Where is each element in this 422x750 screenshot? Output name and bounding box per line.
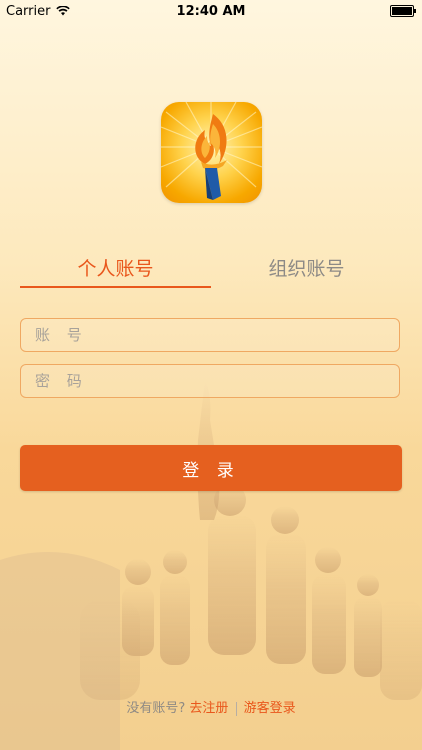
account-input[interactable]	[21, 319, 399, 351]
login-button[interactable]: 登 录	[20, 445, 402, 491]
status-bar: Carrier 12:40 AM	[0, 0, 422, 22]
footer: 没有账号? 去注册 游客登录	[0, 697, 422, 716]
register-link[interactable]: 去注册	[189, 701, 228, 716]
app-logo	[161, 102, 262, 203]
status-time: 12:40 AM	[176, 4, 246, 19]
account-type-tabs: 个人账号 组织账号	[20, 252, 402, 288]
password-input[interactable]	[21, 365, 399, 397]
account-field	[20, 318, 400, 352]
password-field	[20, 364, 400, 398]
tab-personal-account[interactable]: 个人账号	[20, 252, 211, 288]
torch-icon	[161, 102, 262, 200]
guest-login-link[interactable]: 游客登录	[244, 701, 296, 716]
no-account-prompt: 没有账号?	[126, 701, 186, 716]
footer-divider	[235, 701, 237, 716]
tab-organization-account[interactable]: 组织账号	[211, 252, 402, 288]
battery-icon	[390, 5, 416, 17]
